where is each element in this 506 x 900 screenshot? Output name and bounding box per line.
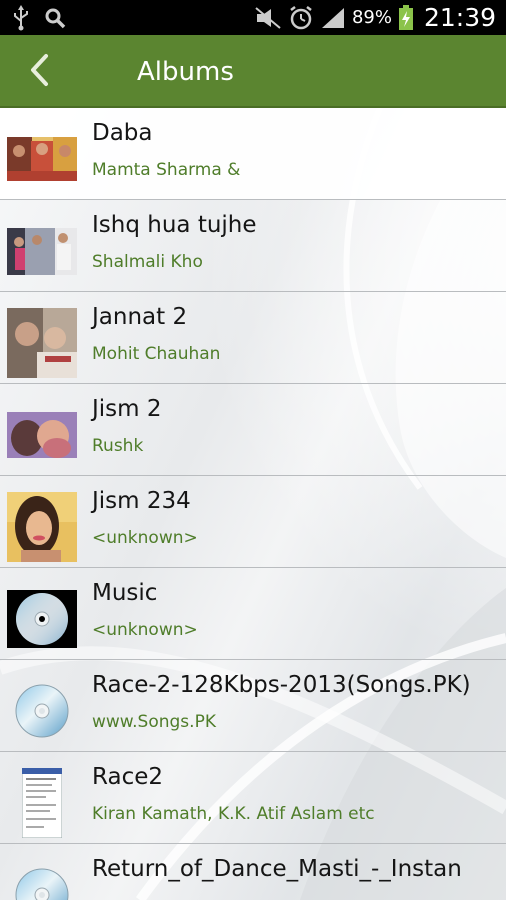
usb-icon xyxy=(12,5,30,31)
album-title: Jism 234 xyxy=(92,488,191,514)
status-left-icons xyxy=(12,5,66,31)
list-item[interactable]: Music <unknown> xyxy=(0,568,506,660)
status-right-icons: 89% 21:39 xyxy=(254,3,496,32)
album-title: Jism 2 xyxy=(92,396,162,422)
album-title: Music xyxy=(92,580,158,606)
album-artist: Mamta Sharma & xyxy=(92,160,241,180)
list-item[interactable]: Jism 2 Rushk xyxy=(0,384,506,476)
album-artist: Kiran Kamath, K.K. Atif Aslam etc xyxy=(92,804,375,824)
search-icon xyxy=(44,7,66,29)
album-art xyxy=(7,584,77,654)
album-list: Daba Mamta Sharma & Ishq hua tujhe Shalm… xyxy=(0,108,506,900)
album-art xyxy=(7,216,77,286)
list-item[interactable]: Jism 234 <unknown> xyxy=(0,476,506,568)
album-list-container[interactable]: Daba Mamta Sharma & Ishq hua tujhe Shalm… xyxy=(0,108,506,900)
back-button[interactable] xyxy=(22,53,56,91)
album-artist: Rushk xyxy=(92,436,144,456)
album-art xyxy=(7,124,77,194)
chevron-left-icon xyxy=(28,53,50,91)
battery-percent: 89% xyxy=(351,7,392,28)
list-item[interactable]: Race2 Kiran Kamath, K.K. Atif Aslam etc xyxy=(0,752,506,844)
list-item[interactable]: Ishq hua tujhe Shalmali Kho xyxy=(0,200,506,292)
alarm-icon xyxy=(288,5,314,31)
cd-icon xyxy=(7,860,77,900)
list-item[interactable]: Return_of_Dance_Masti_-_Instan xyxy=(0,844,506,900)
battery-charging-icon xyxy=(398,4,414,31)
clock: 21:39 xyxy=(423,3,496,32)
album-title: Jannat 2 xyxy=(92,304,188,330)
album-artist: www.Songs.PK xyxy=(92,712,216,732)
cd-icon xyxy=(7,676,77,746)
album-artist: Shalmali Kho xyxy=(92,252,203,272)
album-title: Return_of_Dance_Masti_-_Instan xyxy=(92,856,462,882)
album-artist: <unknown> xyxy=(92,528,198,548)
album-art xyxy=(7,308,77,378)
list-item[interactable]: Daba Mamta Sharma & xyxy=(0,108,506,200)
mute-icon xyxy=(254,6,282,30)
album-artist: <unknown> xyxy=(92,620,198,640)
action-bar: Albums xyxy=(0,35,506,108)
album-artist: Mohit Chauhan xyxy=(92,344,221,364)
list-item[interactable]: Jannat 2 Mohit Chauhan xyxy=(0,292,506,384)
signal-icon xyxy=(320,6,346,30)
page-title: Albums xyxy=(137,57,234,87)
album-title: Ishq hua tujhe xyxy=(92,212,257,238)
list-item[interactable]: Race-2-128Kbps-2013(Songs.PK) www.Songs.… xyxy=(0,660,506,752)
album-art xyxy=(7,768,77,838)
album-title: Daba xyxy=(92,120,153,146)
album-title: Race2 xyxy=(92,764,163,790)
album-art xyxy=(7,492,77,562)
album-art xyxy=(7,400,77,470)
status-bar: 89% 21:39 xyxy=(0,0,506,35)
album-title: Race-2-128Kbps-2013(Songs.PK) xyxy=(92,672,471,698)
